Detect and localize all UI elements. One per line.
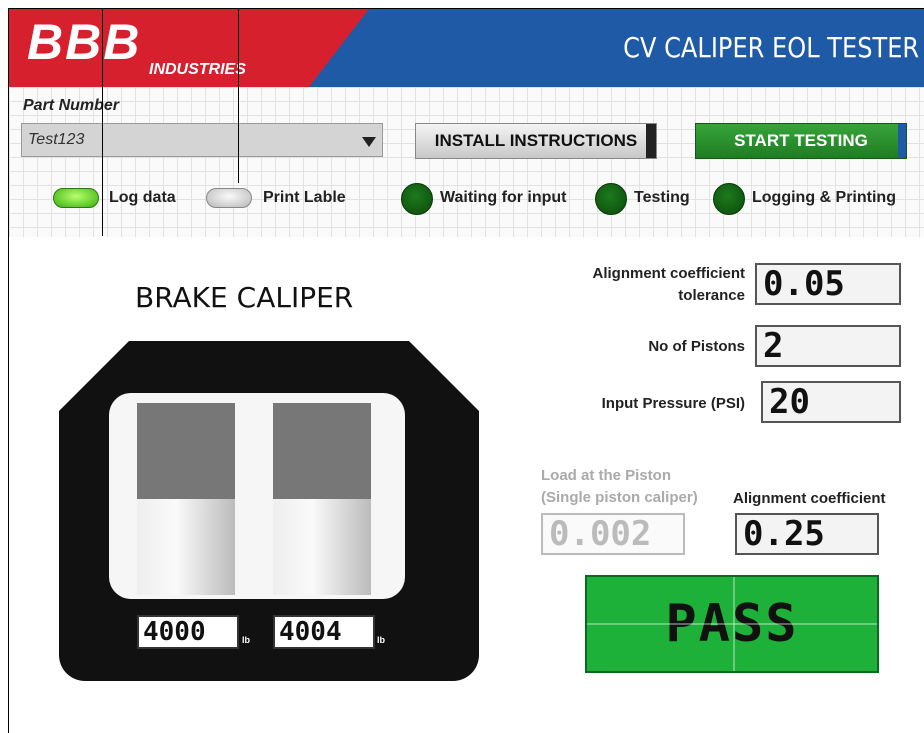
button-cap — [646, 124, 656, 158]
log-data-label: Log data — [109, 189, 176, 206]
input-pressure-label: Input Pressure (PSI) — [601, 395, 745, 412]
input-pressure-input[interactable]: 20 — [761, 381, 901, 423]
piston-left-unit: lb — [242, 635, 250, 645]
piston-right-unit: lb — [377, 635, 385, 645]
part-number-dropdown[interactable]: Test123 — [21, 123, 383, 157]
no-of-pistons-label: No of Pistons — [648, 338, 745, 355]
logging-printing-led-icon — [713, 183, 745, 215]
load-at-piston-display: 0.002 — [541, 513, 685, 555]
piston-left-fill — [137, 403, 235, 499]
log-data-toggle[interactable] — [53, 188, 99, 208]
install-instructions-label: INSTALL INSTRUCTIONS — [434, 131, 638, 150]
testing-led-icon — [595, 183, 627, 215]
part-number-label: Part Number — [23, 97, 120, 114]
header-bar: BBB INDUSTRIES CV CALIPER EOL TESTER — [9, 9, 924, 87]
piston-left-load-display: 4000 — [137, 615, 239, 649]
app-window: BBB INDUSTRIES CV CALIPER EOL TESTER Par… — [8, 8, 924, 733]
start-testing-label: START TESTING — [734, 131, 868, 150]
caliper-title: BRAKE CALIPER — [135, 281, 354, 314]
piston-right-fill — [273, 403, 371, 499]
company-logo: BBB — [27, 14, 142, 70]
testing-label: Testing — [634, 189, 690, 206]
print-label-label: Print Lable — [263, 189, 346, 206]
load-at-piston-label-line1: Load at the Piston — [541, 467, 672, 484]
alignment-coefficient-display: 0.25 — [735, 513, 879, 555]
load-at-piston-label: Load at the Piston (Single piston calipe… — [541, 465, 698, 509]
tolerance-input[interactable]: 0.05 — [755, 263, 901, 305]
tolerance-label-line2: tolerance — [678, 287, 745, 304]
part-number-value: Test123 — [28, 131, 85, 148]
tolerance-label: Alignment coefficient tolerance — [569, 263, 745, 307]
waiting-for-input-label: Waiting for input — [440, 189, 567, 206]
load-at-piston-label-line2: (Single piston caliper) — [541, 489, 698, 506]
chevron-down-icon[interactable] — [362, 137, 376, 147]
connector-line — [238, 9, 239, 183]
waiting-for-input-led-icon — [401, 183, 433, 215]
piston-left-gauge — [137, 403, 235, 595]
app-title: CV CALIPER EOL TESTER — [623, 31, 919, 64]
print-label-toggle[interactable] — [206, 188, 252, 208]
connector-line — [102, 9, 103, 236]
control-panel-grid — [9, 87, 924, 237]
tolerance-label-line1: Alignment coefficient — [592, 265, 745, 282]
piston-right-load-display: 4004 — [273, 615, 375, 649]
logging-printing-label: Logging & Printing — [752, 189, 896, 206]
pass-result-indicator: PASS — [585, 575, 879, 673]
no-of-pistons-input[interactable]: 2 — [755, 325, 901, 367]
start-testing-button[interactable]: START TESTING — [695, 123, 907, 159]
alignment-coefficient-label: Alignment coefficient — [733, 490, 886, 507]
company-logo-subtitle: INDUSTRIES — [149, 61, 246, 78]
piston-right-gauge — [273, 403, 371, 595]
button-cap — [898, 124, 906, 158]
install-instructions-button[interactable]: INSTALL INSTRUCTIONS — [415, 123, 657, 159]
